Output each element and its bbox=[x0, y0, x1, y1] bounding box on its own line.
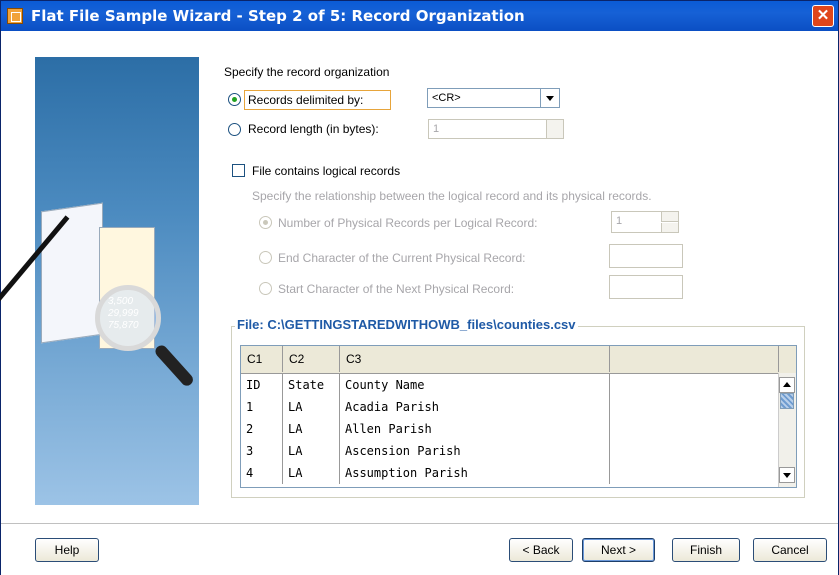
cell: Assumption Parish bbox=[340, 462, 610, 484]
start-character-label[interactable]: Start Character of the Next Physical Rec… bbox=[278, 282, 514, 296]
scroll-up-icon[interactable] bbox=[779, 377, 795, 393]
logical-records-checkbox[interactable] bbox=[232, 164, 245, 177]
cell: 1 bbox=[241, 396, 283, 418]
cell: LA bbox=[283, 440, 340, 462]
magnifier-icon: 3,500 29,999 75,870 bbox=[95, 285, 161, 351]
file-path-title: File: C:\GETTINGSTAREDWITHOWB_files\coun… bbox=[235, 317, 578, 332]
radio-physical-records[interactable] bbox=[259, 216, 272, 229]
file-preview-table[interactable]: C1 C2 C3 ID State County Name 1 LA Acadi… bbox=[240, 345, 797, 488]
cell: 2 bbox=[241, 418, 283, 440]
next-button[interactable]: Next > bbox=[582, 538, 655, 562]
cell: LA bbox=[283, 418, 340, 440]
finish-button[interactable]: Finish bbox=[672, 538, 740, 562]
cell: Acadia Parish bbox=[340, 396, 610, 418]
column-header-c3[interactable]: C3 bbox=[340, 346, 610, 372]
cell: Ascension Parish bbox=[340, 440, 610, 462]
end-character-label[interactable]: End Character of the Current Physical Re… bbox=[278, 251, 525, 265]
art-number: 29,999 bbox=[108, 308, 139, 319]
table-row[interactable]: 4 LA Assumption Parish bbox=[241, 462, 779, 484]
physical-records-value: 1 bbox=[616, 215, 623, 227]
record-length-stepper[interactable]: 1 bbox=[428, 119, 564, 139]
cell: State bbox=[283, 374, 340, 396]
art-number: 75,870 bbox=[108, 320, 139, 331]
radio-end-character[interactable] bbox=[259, 251, 272, 264]
table-header: C1 C2 C3 bbox=[241, 346, 796, 374]
table-row[interactable]: 3 LA Ascension Parish bbox=[241, 440, 779, 462]
button-bar: Help < Back Next > Finish Cancel bbox=[1, 523, 838, 575]
help-button[interactable]: Help bbox=[35, 538, 99, 562]
cell: Allen Parish bbox=[340, 418, 610, 440]
scroll-down-icon[interactable] bbox=[779, 467, 795, 483]
close-button[interactable]: ✕ bbox=[812, 5, 834, 27]
column-header-empty bbox=[610, 346, 779, 372]
records-delimited-label[interactable]: Records delimited by: bbox=[248, 93, 363, 107]
logical-records-label[interactable]: File contains logical records bbox=[252, 164, 400, 178]
window-title: Flat File Sample Wizard - Step 2 of 5: R… bbox=[31, 7, 525, 25]
record-organization-form: Specify the record organization Records … bbox=[221, 31, 821, 523]
chevron-down-icon[interactable] bbox=[540, 89, 559, 107]
column-header-c1[interactable]: C1 bbox=[241, 346, 283, 372]
cell: LA bbox=[283, 462, 340, 484]
physical-records-label[interactable]: Number of Physical Records per Logical R… bbox=[278, 216, 537, 230]
delimiter-select[interactable]: <CR> bbox=[427, 88, 560, 108]
table-row[interactable]: 1 LA Acadia Parish bbox=[241, 396, 779, 418]
radio-start-character[interactable] bbox=[259, 282, 272, 295]
section-heading: Specify the record organization bbox=[224, 65, 390, 79]
cell: County Name bbox=[340, 374, 610, 396]
wizard-content: 3,500 29,999 75,870 Specify the record o… bbox=[0, 31, 838, 523]
magnifier-handle bbox=[153, 342, 196, 389]
art-number: 3,500 bbox=[108, 296, 134, 307]
spin-down-icon[interactable] bbox=[661, 223, 678, 232]
start-character-field[interactable] bbox=[609, 275, 683, 299]
title-bar[interactable]: Flat File Sample Wizard - Step 2 of 5: R… bbox=[1, 1, 838, 31]
cell: 3 bbox=[241, 440, 283, 462]
vertical-scrollbar[interactable] bbox=[778, 373, 796, 487]
radio-records-delimited[interactable] bbox=[228, 93, 241, 106]
cell: ID bbox=[241, 374, 283, 396]
magnified-numbers: 3,500 29,999 75,870 bbox=[108, 296, 139, 332]
table-row[interactable]: 2 LA Allen Parish bbox=[241, 418, 779, 440]
end-character-field[interactable] bbox=[609, 244, 683, 268]
table-row[interactable]: ID State County Name bbox=[241, 374, 779, 396]
cancel-button[interactable]: Cancel bbox=[753, 538, 827, 562]
spreadsheet-image bbox=[41, 202, 103, 344]
relationship-description: Specify the relationship between the log… bbox=[252, 189, 652, 203]
delimiter-value: <CR> bbox=[432, 92, 461, 104]
back-button[interactable]: < Back bbox=[509, 538, 573, 562]
spin-up-icon[interactable] bbox=[661, 212, 678, 222]
wizard-window: Flat File Sample Wizard - Step 2 of 5: R… bbox=[0, 0, 839, 575]
wizard-app-icon bbox=[7, 8, 23, 24]
physical-records-stepper[interactable]: 1 bbox=[611, 211, 679, 233]
wizard-illustration: 3,500 29,999 75,870 bbox=[0, 57, 199, 505]
radio-record-length[interactable] bbox=[228, 123, 241, 136]
record-length-value: 1 bbox=[433, 123, 440, 135]
spin-down-icon[interactable] bbox=[546, 129, 563, 138]
column-header-c2[interactable]: C2 bbox=[283, 346, 340, 372]
scroll-thumb[interactable] bbox=[780, 393, 794, 409]
record-length-label[interactable]: Record length (in bytes): bbox=[248, 122, 379, 136]
cell: LA bbox=[283, 396, 340, 418]
cell: 4 bbox=[241, 462, 283, 484]
